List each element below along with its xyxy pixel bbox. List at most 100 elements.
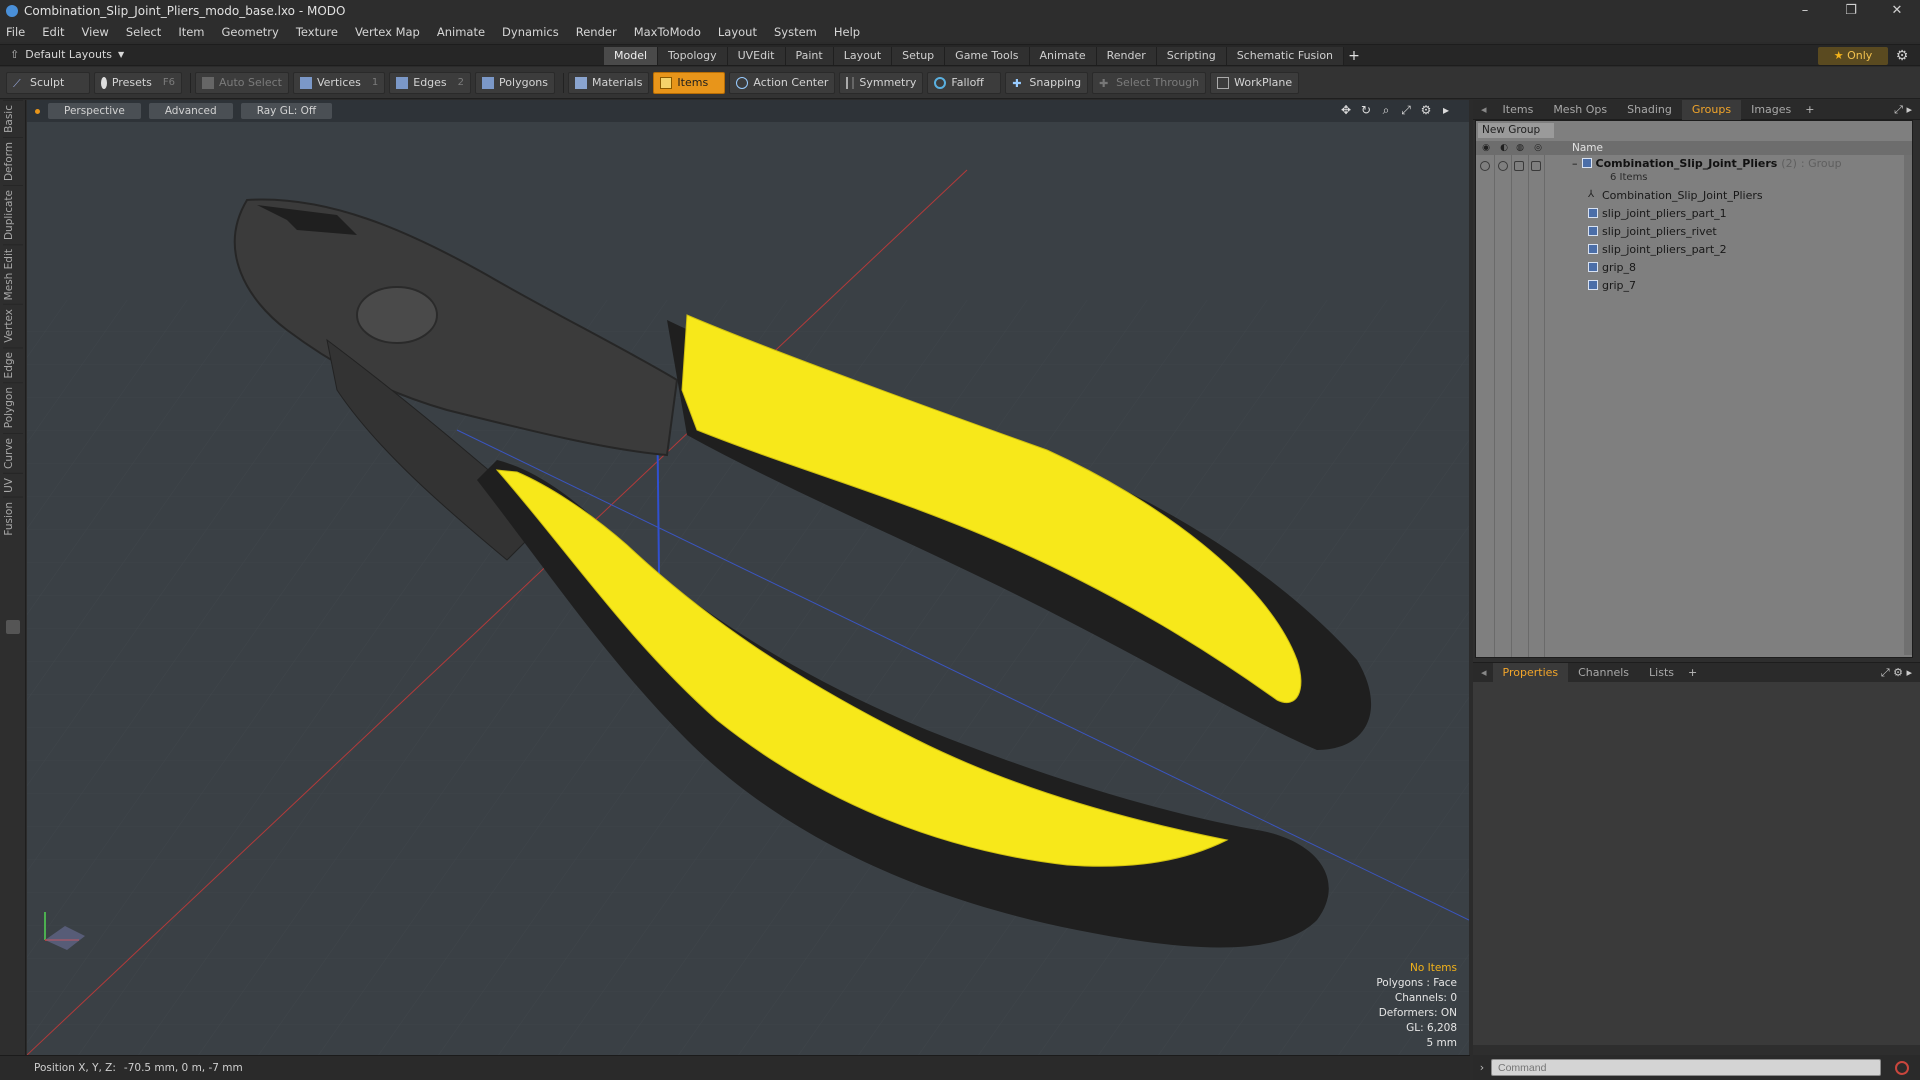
group-row[interactable]: – Combination_Slip_Joint_Pliers (2) : Gr… [1572,154,1842,172]
render-header-icon[interactable]: ◐ [1498,142,1510,154]
command-history-icon[interactable]: › [1473,1061,1491,1074]
snapping-button[interactable]: ✚ Snapping [1005,71,1089,94]
list-item[interactable]: ⅄ Combination_Slip_Joint_Pliers [1588,186,1763,204]
strip-tab-edge[interactable]: Edge [2,346,23,383]
menu-edit[interactable]: Edit [42,25,64,39]
vertices-button[interactable]: Vertices 1 [292,71,386,94]
tab-layout[interactable]: Layout [833,47,893,65]
strip-tab-mesh-edit[interactable]: Mesh Edit [2,243,23,305]
group-visibility-toggle[interactable] [1480,161,1490,171]
strip-tab-polygon[interactable]: Polygon [2,382,23,433]
expand-arrow-icon[interactable]: ▸ [1439,103,1453,118]
materials-button[interactable]: Materials [568,71,650,94]
add-tab-button[interactable]: + [1688,666,1697,679]
workplane-button[interactable]: WorkPlane [1210,71,1300,94]
menu-maxtomodo[interactable]: MaxToModo [634,25,701,39]
tab-images[interactable]: Images [1741,100,1801,120]
menu-layout[interactable]: Layout [718,25,757,39]
collapse-icon[interactable]: – [1572,157,1578,170]
panel-expand-icon[interactable]: ⤢ ⚙ ▸ [1881,666,1912,680]
zoom-view-icon[interactable]: ⌕ [1379,103,1393,118]
menu-dynamics[interactable]: Dynamics [502,25,559,39]
raygl-button[interactable]: Ray GL: Off [240,103,333,119]
list-item[interactable]: slip_joint_pliers_part_1 [1588,204,1727,222]
menu-render[interactable]: Render [576,25,617,39]
viewport-options-dot[interactable] [35,108,40,114]
tab-game-tools[interactable]: Game Tools [945,47,1030,65]
strip-tab-fusion[interactable]: Fusion [2,496,23,540]
close-button[interactable]: ✕ [1874,0,1920,22]
tab-shading[interactable]: Shading [1617,100,1682,120]
select-through-button[interactable]: ✚ Select Through [1092,71,1207,94]
strip-tab-vertex[interactable]: Vertex [2,304,23,347]
list-item[interactable]: slip_joint_pliers_part_2 [1588,240,1727,258]
tab-schematic-fusion[interactable]: Schematic Fusion [1226,47,1345,65]
visibility-header-icon[interactable]: ◉ [1480,142,1492,154]
tab-scripting[interactable]: Scripting [1156,47,1227,65]
group-lock-toggle[interactable] [1514,161,1524,171]
only-toggle[interactable]: ★ Only [1818,47,1888,65]
shading-mode-button[interactable]: Advanced [148,103,233,119]
strip-tab-curve[interactable]: Curve [2,432,23,473]
command-clear-icon[interactable] [1895,1060,1909,1075]
symmetry-button[interactable]: Symmetry [839,71,924,94]
move-view-icon[interactable]: ✥ [1339,103,1353,118]
list-item[interactable]: slip_joint_pliers_rivet [1588,222,1717,240]
tab-topology[interactable]: Topology [658,47,728,65]
strip-tab-basic[interactable]: Basic [2,100,23,137]
list-item[interactable]: grip_8 [1588,258,1636,276]
tab-lists[interactable]: Lists [1639,663,1684,683]
tab-items[interactable]: Items [1493,100,1544,120]
tab-setup[interactable]: Setup [892,47,946,65]
menu-geometry[interactable]: Geometry [222,25,279,39]
sculpt-button[interactable]: ⟋ Sculpt [6,71,90,94]
minimize-button[interactable]: – [1782,0,1828,22]
menu-animate[interactable]: Animate [437,25,485,39]
group-render-toggle[interactable] [1498,161,1508,171]
tab-channels[interactable]: Channels [1568,663,1639,683]
menu-vertex-map[interactable]: Vertex Map [355,25,420,39]
panel-expand-icon[interactable]: ⤢ ▸ [1894,103,1912,117]
gear-icon[interactable]: ⚙ [1894,48,1910,64]
list-item[interactable]: grip_7 [1588,276,1636,294]
presets-button[interactable]: Presets F6 [94,71,182,94]
menu-file[interactable]: File [6,25,25,39]
tab-mesh-ops[interactable]: Mesh Ops [1543,100,1617,120]
menu-system[interactable]: System [774,25,817,39]
panel-menu-icon[interactable]: ◂ [1481,103,1487,116]
strip-tab-uv[interactable]: UV [2,472,23,497]
menu-view[interactable]: View [82,25,109,39]
group-select-toggle[interactable] [1531,161,1541,171]
menu-item[interactable]: Item [178,25,204,39]
auto-select-button[interactable]: Auto Select [195,71,289,94]
tab-animate[interactable]: Animate [1029,47,1097,65]
action-center-button[interactable]: Action Center [729,71,836,94]
select-header-icon[interactable]: ◎ [1532,142,1544,154]
3d-viewport[interactable]: Perspective Advanced Ray GL: Off ✥ ↻ ⌕ ⤢… [27,100,1469,1055]
tab-properties[interactable]: Properties [1492,662,1569,683]
tab-model[interactable]: Model [604,47,659,65]
strip-tab-deform[interactable]: Deform [2,136,23,185]
tab-paint[interactable]: Paint [785,47,834,65]
groups-scrollbar[interactable] [1904,155,1912,655]
tab-render[interactable]: Render [1096,47,1157,65]
command-input[interactable] [1491,1059,1881,1076]
menu-texture[interactable]: Texture [296,25,338,39]
menu-select[interactable]: Select [126,25,161,39]
menu-help[interactable]: Help [834,25,860,39]
tab-uvedit[interactable]: UVEdit [727,47,786,65]
name-column-header[interactable]: Name [1572,141,1603,155]
panel-menu-icon[interactable]: ◂ [1481,666,1487,679]
strip-tab-duplicate[interactable]: Duplicate [2,184,23,244]
items-button[interactable]: Items [653,71,726,94]
add-layout-tab-button[interactable]: + [1344,47,1364,65]
layouts-dropdown[interactable]: ⇧ Default Layouts ▼ [10,48,124,61]
restore-button[interactable]: ❐ [1828,0,1874,22]
strip-expand-handle[interactable] [6,620,20,634]
lock-header-icon[interactable]: ◍ [1514,142,1526,154]
new-group-button[interactable]: New Group [1478,123,1554,138]
maximize-view-icon[interactable]: ⤢ [1399,103,1413,118]
polygons-button[interactable]: Polygons [475,71,555,94]
edges-button[interactable]: Edges 2 [389,71,472,94]
falloff-button[interactable]: Falloff [927,71,1002,94]
